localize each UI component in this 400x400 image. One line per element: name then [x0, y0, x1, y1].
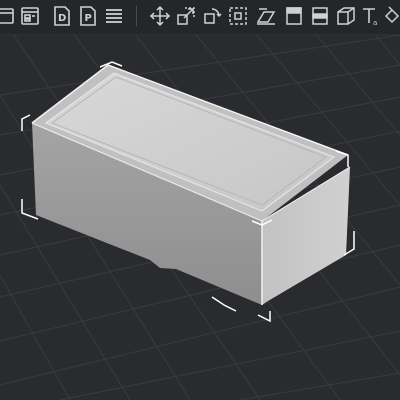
document-p-icon[interactable]: P [76, 4, 100, 28]
scale-icon[interactable] [174, 4, 198, 28]
align-middle-icon[interactable] [308, 4, 332, 28]
cube-icon[interactable] [334, 4, 358, 28]
3d-viewport[interactable] [0, 35, 400, 400]
svg-text:D: D [58, 13, 66, 24]
align-top-icon[interactable] [282, 4, 306, 28]
box-select-icon[interactable] [226, 4, 250, 28]
flip-icon[interactable] [254, 4, 278, 28]
rotate-icon[interactable] [200, 4, 224, 28]
document-d-icon[interactable]: D [50, 4, 74, 28]
layout-icon[interactable] [18, 4, 42, 28]
svg-text:P: P [85, 13, 92, 24]
top-toolbar: D P a [0, 0, 400, 35]
layers-list-icon[interactable] [102, 4, 126, 28]
toolbar-separator [136, 6, 137, 26]
svg-text:a: a [373, 19, 377, 27]
window-icon[interactable] [0, 4, 18, 28]
box-object[interactable] [31, 64, 351, 305]
move-icon[interactable] [148, 4, 172, 28]
text-icon[interactable]: a [358, 4, 382, 28]
fill-bucket-icon[interactable] [380, 4, 400, 28]
